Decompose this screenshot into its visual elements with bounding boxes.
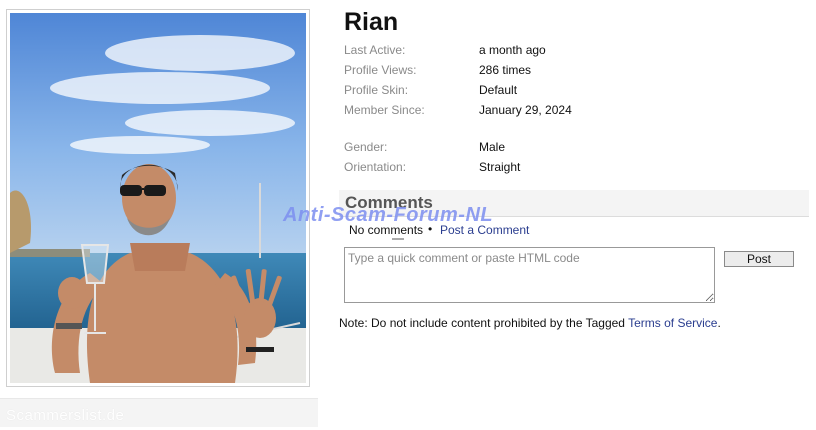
profile-skin-label: Profile Skin:: [344, 83, 409, 97]
terms-of-service-link[interactable]: Terms of Service: [628, 316, 717, 330]
last-active-label: Last Active:: [344, 43, 406, 57]
orientation-label: Orientation:: [344, 160, 407, 174]
profile-views-label: Profile Views:: [344, 63, 417, 77]
profile-views-value: 286 times: [479, 63, 532, 77]
profile-name: Rian: [344, 8, 399, 36]
terms-note-text: Note: Do not include content prohibited …: [339, 316, 629, 330]
gender-label: Gender:: [344, 140, 388, 154]
member-since-label: Member Since:: [344, 103, 425, 117]
terms-note-suffix: .: [717, 316, 721, 330]
orientation-value: Straight: [479, 160, 521, 174]
post-comment-link[interactable]: Post a Comment: [440, 223, 529, 237]
active-tab-indicator: [392, 238, 404, 240]
terms-note: Note: Do not include content prohibited …: [339, 316, 721, 330]
bottom-watermark: Scammerslist.de: [6, 407, 125, 424]
post-button[interactable]: Post: [724, 251, 794, 267]
separator-bullet: •: [428, 222, 433, 236]
bottom-watermark-strip: Scammerslist.de: [0, 398, 318, 427]
profile-photo-frame: [6, 9, 310, 387]
no-comments-text: No comments: [349, 223, 424, 237]
gender-value: Male: [479, 140, 506, 154]
member-since-value: January 29, 2024: [479, 103, 572, 117]
comment-input[interactable]: [344, 247, 715, 303]
profile-photo[interactable]: [10, 13, 306, 383]
last-active-value: a month ago: [479, 43, 546, 57]
profile-skin-value: Default: [479, 83, 518, 97]
